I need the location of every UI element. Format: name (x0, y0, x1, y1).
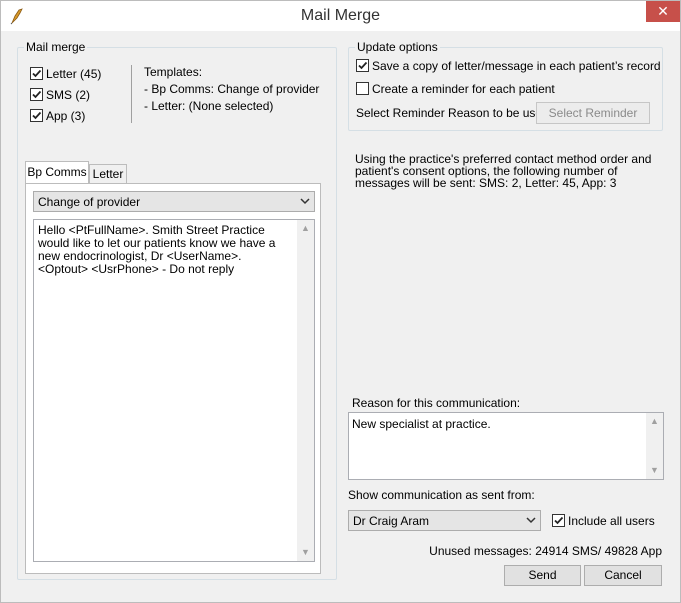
template-bp-comms: - Bp Comms: Change of provider (144, 82, 320, 96)
scroll-up-icon[interactable]: ▲ (297, 220, 314, 237)
select-reminder-button[interactable]: Select Reminder (536, 102, 650, 124)
title-bar[interactable]: Mail Merge ✕ (1, 1, 680, 31)
window-title: Mail Merge (300, 7, 381, 24)
reason-label: Reason for this communication: (352, 396, 521, 410)
chevron-down-icon (300, 195, 310, 210)
send-button[interactable]: Send (504, 565, 581, 586)
scroll-down-icon[interactable]: ▼ (646, 462, 663, 479)
templates-heading: Templates: (144, 65, 203, 79)
sent-from-value: Dr Craig Aram (353, 514, 430, 528)
close-button[interactable]: ✕ (646, 1, 680, 22)
message-text: Hello <PtFullName>. Smith Street Practic… (38, 223, 276, 276)
letter-checkbox-label: Letter (45) (46, 67, 102, 81)
app-checkbox-label: App (3) (46, 109, 86, 123)
create-reminder-label: Create a reminder for each patient (372, 82, 555, 96)
mail-merge-window: Mail Merge ✕ Mail merge Letter (45) SMS … (0, 0, 681, 603)
tab-bp-comms[interactable]: Bp Comms (25, 161, 89, 184)
tab-panel: Change of provider Hello <PtFullName>. S… (25, 183, 321, 574)
message-count-info: Using the practice's preferred contact m… (355, 152, 652, 190)
include-all-users-checkbox[interactable] (552, 514, 565, 527)
chevron-down-icon (526, 514, 536, 529)
scroll-up-icon[interactable]: ▲ (646, 413, 663, 430)
reminder-reason-label: Select Reminder Reason to be used: (356, 106, 553, 120)
reason-text: New specialist at practice. (352, 417, 491, 431)
message-scrollbar[interactable]: ▲ ▼ (297, 220, 314, 561)
tab-letter[interactable]: Letter (89, 164, 127, 184)
include-all-users-label: Include all users (568, 514, 655, 528)
mail-merge-group-label: Mail merge (24, 40, 88, 54)
templates-divider (131, 65, 132, 123)
save-copy-checkbox[interactable] (356, 59, 369, 72)
scroll-down-icon[interactable]: ▼ (297, 544, 314, 561)
template-letter: - Letter: (None selected) (144, 99, 274, 113)
sms-checkbox-label: SMS (2) (46, 88, 91, 102)
sms-checkbox[interactable] (30, 88, 43, 101)
cancel-button[interactable]: Cancel (584, 565, 662, 586)
reason-scrollbar[interactable]: ▲ ▼ (646, 413, 663, 479)
sent-from-label: Show communication as sent from: (348, 488, 535, 502)
template-dropdown[interactable]: Change of provider (33, 191, 315, 212)
template-dropdown-value: Change of provider (38, 195, 141, 209)
app-checkbox[interactable] (30, 109, 43, 122)
create-reminder-checkbox[interactable] (356, 82, 369, 95)
dialog-body: Mail merge Letter (45) SMS (2) App (3) T… (1, 31, 680, 602)
message-textarea[interactable]: Hello <PtFullName>. Smith Street Practic… (33, 219, 315, 562)
update-options-group-label: Update options (355, 40, 440, 54)
reason-textarea[interactable]: New specialist at practice. ▲ ▼ (348, 412, 664, 480)
unused-messages: Unused messages: 24914 SMS/ 49828 App (429, 544, 662, 558)
sent-from-dropdown[interactable]: Dr Craig Aram (348, 510, 541, 531)
save-copy-label: Save a copy of letter/message in each pa… (372, 59, 661, 73)
letter-checkbox[interactable] (30, 67, 43, 80)
